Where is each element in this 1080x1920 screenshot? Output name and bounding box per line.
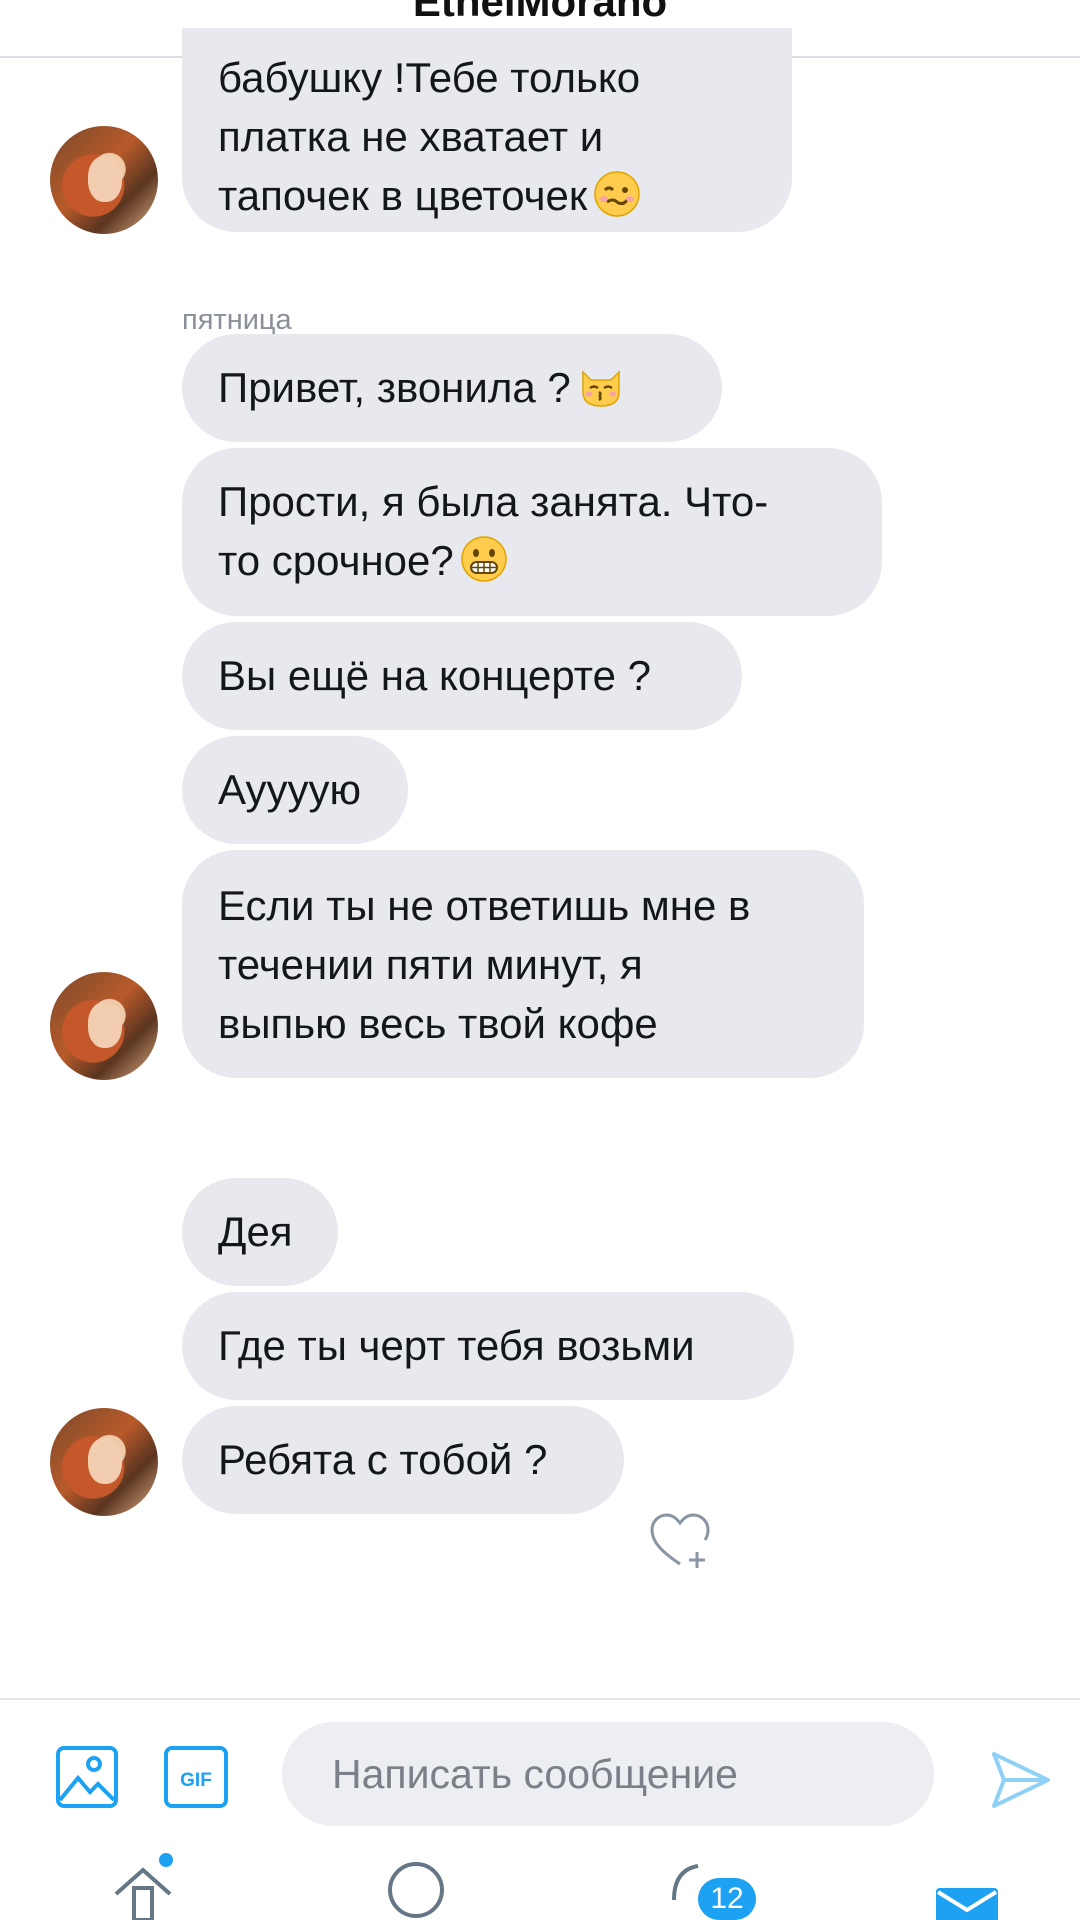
contact-avatar[interactable] [50, 1408, 158, 1516]
message-bubble[interactable]: Привет, звонила ? [182, 334, 722, 442]
conversation-title[interactable]: EthelMorano [0, 0, 1080, 26]
bottom-tab-bar [0, 1830, 1080, 1920]
message-text: платка не хватает и [218, 113, 604, 160]
message-text: Дея [218, 1208, 293, 1255]
messages-icon[interactable] [934, 1886, 1000, 1920]
day-separator: пятница [182, 304, 292, 336]
message-composer: GIF [0, 1698, 1080, 1832]
like-heart-icon[interactable] [648, 1510, 712, 1572]
message-text: Прости, я была занята. Что- [218, 478, 769, 525]
message-bubble[interactable]: Прости, я была занята. Что- то срочное? [182, 448, 882, 616]
message-bubble[interactable]: Вы ещё на концерте ? [182, 622, 742, 730]
notification-count-badge: 12 [698, 1878, 756, 1920]
message-input[interactable] [282, 1722, 934, 1826]
message-text: выпью весь твой кофе [218, 1000, 658, 1047]
message-text: Ауууую [218, 766, 362, 813]
message-text: Привет, звонила ? [218, 358, 686, 417]
gif-label: GIF [180, 1770, 212, 1791]
gif-icon[interactable]: GIF [164, 1746, 228, 1808]
message-text: Если ты не ответишь мне в [218, 882, 751, 929]
message-text: Ребята с тобой ? [218, 1436, 548, 1483]
message-text: то срочное? [218, 531, 846, 590]
message-text: Вы ещё на концерте ? [218, 652, 651, 699]
message-bubble[interactable]: Ребята с тобой ? [182, 1406, 624, 1514]
grimacing-face-icon [461, 536, 507, 582]
message-bubble[interactable]: бабушку !Тебе только платка не хватает и… [182, 28, 792, 232]
kissing-cat-icon [581, 370, 620, 407]
message-bubble[interactable]: Ауууую [182, 736, 408, 844]
message-bubble[interactable]: Если ты не ответишь мне в течении пяти м… [182, 850, 864, 1078]
message-text: тапочек в цветочек [218, 166, 756, 225]
woozy-face-icon [594, 171, 640, 217]
message-text: течении пяти минут, я [218, 941, 643, 988]
message-bubble[interactable]: Где ты черт тебя возьми [182, 1292, 794, 1400]
message-text: Где ты черт тебя возьми [218, 1322, 695, 1369]
message-bubble[interactable]: Дея [182, 1178, 338, 1286]
message-list[interactable]: бабушку !Тебе только платка не хватает и… [0, 28, 1080, 1698]
contact-avatar[interactable] [50, 126, 158, 234]
send-icon[interactable] [990, 1750, 1052, 1810]
message-text: бабушку !Тебе только [218, 54, 641, 101]
contact-avatar[interactable] [50, 972, 158, 1080]
image-icon[interactable] [56, 1746, 118, 1808]
home-icon[interactable] [108, 1850, 178, 1920]
search-icon[interactable] [384, 1858, 454, 1920]
